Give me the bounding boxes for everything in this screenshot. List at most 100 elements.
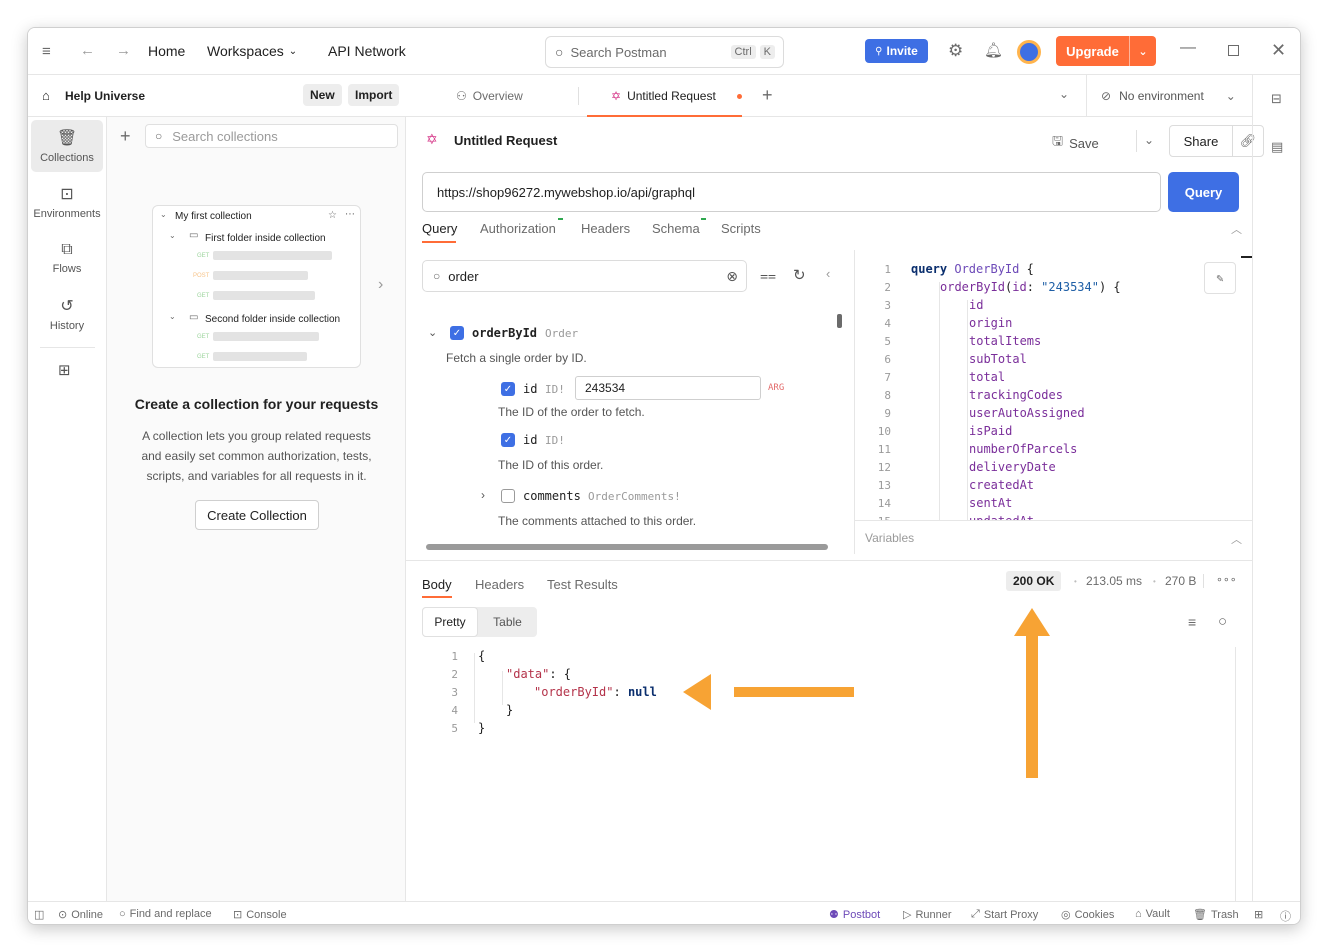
runner-button[interactable]: ▷ Runner xyxy=(903,908,952,922)
vertical-scrollbar[interactable] xyxy=(837,314,842,328)
create-collection-button[interactable]: Create Collection xyxy=(195,500,319,530)
new-tab-icon[interactable]: + xyxy=(762,85,773,106)
chevron-down-icon[interactable]: ⌄ xyxy=(1059,87,1069,101)
minimize-icon[interactable]: — xyxy=(1180,39,1196,57)
indent-guide xyxy=(939,282,940,520)
find-replace-button[interactable]: ○ Find and replace xyxy=(119,908,212,920)
chevron-down-icon: ⌄ xyxy=(169,312,176,321)
chevron-down-icon[interactable]: ⌄ xyxy=(1130,45,1156,58)
more-icon[interactable]: ∘∘∘ xyxy=(1216,573,1237,586)
sidebar-item-history[interactable]: ↺ History xyxy=(31,288,103,340)
share-button[interactable]: Share 🔗︎ xyxy=(1169,125,1264,157)
start-proxy-button[interactable]: ⤢ Start Proxy xyxy=(971,908,1038,921)
new-button[interactable]: New xyxy=(303,84,342,106)
nav-home[interactable]: Home xyxy=(148,43,185,59)
annotation-arrow-up-shaft xyxy=(1026,634,1038,778)
console-button[interactable]: ⊡ Console xyxy=(233,908,287,922)
maximize-icon[interactable] xyxy=(1228,45,1239,56)
postbot-button[interactable]: ⚉ Postbot xyxy=(829,908,880,922)
variables-bar[interactable]: Variables ︿ xyxy=(854,520,1252,554)
chevron-down-icon[interactable]: ⌄ xyxy=(428,326,437,339)
search-icon[interactable]: ○ xyxy=(1218,613,1227,630)
tab-query[interactable]: Query xyxy=(422,221,457,236)
back-arrow-icon[interactable]: ← xyxy=(80,42,95,59)
checkbox-order-by-id[interactable]: ✓ xyxy=(450,326,464,340)
checkbox-arg-id[interactable]: ✓ xyxy=(501,382,515,396)
online-status[interactable]: ⊙ Online xyxy=(58,908,103,922)
wrap-lines-icon[interactable]: ≡ xyxy=(1188,614,1196,630)
table-button[interactable]: Table xyxy=(478,615,537,629)
invite-button[interactable]: ⚲ Invite xyxy=(865,39,928,63)
tab-response-headers[interactable]: Headers xyxy=(475,577,524,592)
chevron-right-icon[interactable]: › xyxy=(481,488,485,502)
status-badge[interactable]: 200 OK xyxy=(1006,571,1062,591)
query-button[interactable]: Query xyxy=(1168,172,1239,212)
line-number: 3 xyxy=(884,299,891,312)
forward-arrow-icon[interactable]: → xyxy=(116,42,131,59)
save-label: Save xyxy=(1069,135,1099,151)
arg-value-input[interactable]: 243534 xyxy=(575,376,761,400)
start-proxy-label: Start Proxy xyxy=(983,908,1039,921)
import-button[interactable]: Import xyxy=(348,84,400,106)
add-apps-icon[interactable]: ⊞ xyxy=(58,361,71,379)
tab-authorization[interactable]: Authorization xyxy=(480,221,556,236)
indent-guide xyxy=(967,300,968,520)
avatar[interactable] xyxy=(1017,40,1041,64)
settings-icon[interactable]: ⚙ xyxy=(948,41,963,61)
sidebar-item-flows[interactable]: ⧉ Flows xyxy=(31,232,103,284)
trash-button[interactable]: 🗑︎ Trash xyxy=(1193,908,1239,922)
chevron-down-icon[interactable]: ⌄ xyxy=(1144,133,1154,147)
prettify-icon[interactable]: ✎ xyxy=(1204,262,1236,294)
response-size[interactable]: 270 B xyxy=(1165,574,1196,588)
request-title[interactable]: Untitled Request xyxy=(454,133,557,148)
field-type: ID! xyxy=(545,434,565,447)
code-snippet-icon[interactable]: ⊟ xyxy=(1271,91,1282,107)
chevron-up-icon[interactable]: ︿ xyxy=(1231,221,1242,237)
tab-body[interactable]: Body xyxy=(422,577,452,592)
tab-test-results[interactable]: Test Results xyxy=(547,577,618,592)
environments-icon: ⊡ xyxy=(60,186,74,203)
toggle-sidebar-icon[interactable]: ◫ xyxy=(34,908,44,921)
close-icon[interactable]: ✕ xyxy=(1271,40,1286,61)
cookies-button[interactable]: ◎ Cookies xyxy=(1061,908,1114,922)
vault-label: Vault xyxy=(1145,908,1170,920)
sidebar-item-environments[interactable]: ⊡ Environments xyxy=(31,176,103,228)
tab-scripts[interactable]: Scripts xyxy=(721,221,761,236)
code-field: createdAt xyxy=(969,478,1035,492)
tab-untitled-request[interactable]: ✡ Untitled Request xyxy=(611,89,742,103)
url-input[interactable]: https://shop96272.mywebshop.io/api/graph… xyxy=(422,172,1161,212)
tab-overview[interactable]: ⚇ Overview xyxy=(456,89,523,103)
search-collections-placeholder: Search collections xyxy=(172,128,278,144)
chevron-right-icon[interactable]: › xyxy=(378,276,383,294)
response-body[interactable]: 1 2 3 4 5 { "data": { "orderById": null … xyxy=(422,647,822,747)
nav-api-network[interactable]: API Network xyxy=(328,43,406,59)
global-search[interactable]: ○ Search Postman Ctrl K xyxy=(545,36,784,68)
menu-icon[interactable]: ≡ xyxy=(42,43,51,60)
line-number: 4 xyxy=(884,317,891,330)
upgrade-button[interactable]: Upgrade ⌄ xyxy=(1056,36,1156,66)
bell-icon[interactable]: 🔔︎ xyxy=(984,41,1003,59)
help-icon[interactable]: ⓘ xyxy=(1280,908,1291,924)
workspace-name[interactable]: Help Universe xyxy=(65,89,145,103)
tab-schema[interactable]: Schema xyxy=(652,221,700,236)
nav-workspaces[interactable]: Workspaces ⌄ xyxy=(207,43,297,59)
checkbox-field-comments[interactable] xyxy=(501,489,515,503)
tab-headers[interactable]: Headers xyxy=(581,221,630,236)
save-button[interactable]: 🖫︎ Save xyxy=(1052,132,1099,154)
search-collections-input[interactable]: ○ Search collections xyxy=(145,124,398,148)
response-time[interactable]: 213.05 ms xyxy=(1086,574,1142,588)
environment-selector[interactable]: ⊘ No environment ⌄ xyxy=(1101,89,1236,103)
horizontal-scrollbar[interactable] xyxy=(426,544,828,550)
query-editor[interactable]: 123456789101112131415query OrderById {or… xyxy=(854,250,1253,520)
checkbox-field-id[interactable]: ✓ xyxy=(501,433,515,447)
top-bar: ≡ ← → Home Workspaces ⌄ API Network ○ Sea… xyxy=(28,28,1300,75)
add-collection-icon[interactable]: + xyxy=(120,126,131,147)
pretty-button[interactable]: Pretty xyxy=(422,607,478,637)
search-icon: ○ xyxy=(555,44,564,60)
layout-icon[interactable]: ⊞ xyxy=(1254,908,1263,921)
annotation-arrow-left-head xyxy=(683,674,711,710)
vault-button[interactable]: ⌂ Vault xyxy=(1135,908,1170,920)
chevron-up-icon: ︿ xyxy=(1231,534,1242,546)
sidebar-item-collections[interactable]: 🗑︎ Collections xyxy=(31,120,103,172)
documentation-icon[interactable]: ▤ xyxy=(1271,139,1283,155)
